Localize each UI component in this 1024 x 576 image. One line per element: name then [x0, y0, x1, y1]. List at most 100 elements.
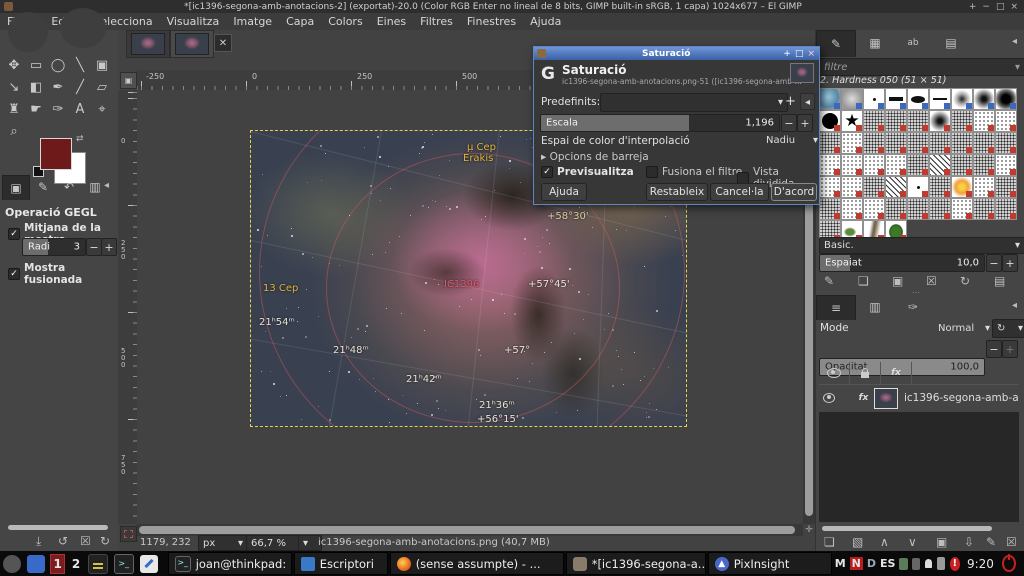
delete-tool-preset-icon[interactable]: ☒: [80, 534, 91, 548]
mode-switch-button[interactable]: ↻▾: [992, 319, 1024, 338]
layer-visibility-eye-icon[interactable]: [823, 393, 835, 403]
tab-layers[interactable]: ≡: [816, 295, 856, 320]
reset-tool-options-icon[interactable]: ↻: [100, 534, 110, 548]
tool-color-picker-icon[interactable]: ⌖: [91, 98, 113, 120]
radius-decrement-button[interactable]: −: [86, 238, 102, 256]
pin-icon[interactable]: +: [969, 2, 977, 12]
brush-faint[interactable]: [841, 176, 863, 198]
taskbar-window-2[interactable]: Escriptori: [294, 552, 388, 575]
brush-faint[interactable]: [841, 154, 863, 176]
zoom-dropdown[interactable]: 66,7 %: [246, 535, 304, 551]
delete-brush-icon[interactable]: ☒: [926, 274, 937, 288]
brush-tex[interactable]: [885, 198, 907, 220]
swap-colors-icon[interactable]: ⇄: [76, 134, 84, 144]
tool-measure-icon[interactable]: ╲: [69, 54, 91, 76]
tray-updates-icon[interactable]: [912, 558, 919, 570]
image-tab-2-active[interactable]: [170, 30, 214, 58]
brush-line[interactable]: [929, 88, 951, 110]
opacity-decrement-button[interactable]: −: [986, 340, 1002, 358]
reset-button[interactable]: Restableix: [646, 183, 708, 201]
brush-hatch[interactable]: [929, 154, 951, 176]
menu-capa[interactable]: Capa: [279, 15, 321, 28]
brush-tex[interactable]: [907, 154, 929, 176]
navigation-button[interactable]: ✛: [803, 524, 815, 536]
tool-text-icon[interactable]: A: [69, 98, 91, 120]
opacity-increment-button[interactable]: +: [1002, 340, 1018, 358]
brush-soft2[interactable]: [973, 88, 995, 110]
radius-increment-button[interactable]: +: [101, 238, 117, 256]
scale-increment-button[interactable]: +: [797, 114, 813, 132]
dock-menu-icon[interactable]: ◂: [1012, 36, 1017, 47]
menu-imatge[interactable]: Imatge: [226, 15, 279, 28]
tray-battery-icon[interactable]: [937, 557, 944, 570]
dock-menu-icon[interactable]: ◂: [1012, 300, 1017, 311]
tool-smudge-icon[interactable]: ☛: [25, 98, 47, 120]
brush-tex[interactable]: [907, 198, 929, 220]
brush-sun[interactable]: [951, 176, 973, 198]
effects-column-fx-icon[interactable]: fx: [881, 362, 912, 384]
tray-letter-n[interactable]: N: [850, 557, 863, 570]
preset-menu-icon[interactable]: ◂: [800, 93, 815, 110]
tool-ink-icon[interactable]: ✒: [47, 76, 69, 98]
brush-faint[interactable]: [973, 110, 995, 132]
brush-tex[interactable]: [885, 110, 907, 132]
minimize-icon[interactable]: −: [982, 2, 990, 12]
brush-star[interactable]: ★: [841, 110, 863, 132]
layer-list-empty-area[interactable]: [819, 412, 1019, 522]
layer-row[interactable]: fx ic1396-segona-amb-anota: [819, 386, 1019, 410]
preview-checkbox[interactable]: ✓ Previsualitza: [541, 166, 634, 178]
brush-disc[interactable]: [819, 110, 841, 132]
new-brush-icon[interactable]: ❏: [858, 274, 869, 288]
new-layer-icon[interactable]: ❏: [824, 535, 835, 549]
taskbar-window-1[interactable]: >_joan@thinkpad: ~/...: [168, 552, 292, 575]
lock-column-lock-icon[interactable]: [850, 362, 881, 384]
maximize-icon[interactable]: □: [996, 2, 1005, 12]
brush-tex[interactable]: [907, 110, 929, 132]
delete-layer-icon[interactable]: ☒: [1006, 535, 1017, 549]
brush-faint[interactable]: [863, 154, 885, 176]
tab-channels[interactable]: ▥: [856, 295, 894, 319]
brush-soft1[interactable]: [951, 88, 973, 110]
unit-dropdown[interactable]: px▾: [198, 535, 248, 551]
image-tab-1[interactable]: [126, 30, 170, 58]
save-tool-preset-icon[interactable]: ⤓: [36, 534, 41, 549]
tool-zoom-icon[interactable]: ⌕: [3, 120, 25, 142]
tab-fonts[interactable]: ab: [894, 30, 932, 56]
visibility-column-eye-icon[interactable]: [819, 362, 850, 384]
brush-hatch[interactable]: [885, 176, 907, 198]
tool-gradient-icon[interactable]: ◧: [25, 76, 47, 98]
tab-brushes[interactable]: ✎: [816, 30, 856, 57]
scale-decrement-button[interactable]: −: [781, 114, 797, 132]
spacing-slider[interactable]: Espaiat 10,0: [819, 254, 985, 272]
interpolation-dropdown[interactable]: Nadiu▾: [762, 133, 822, 148]
brush-img2[interactable]: [841, 88, 863, 110]
brush-tex[interactable]: [907, 132, 929, 154]
layer-mode-dropdown[interactable]: Normal▾: [934, 320, 994, 336]
brush-faint[interactable]: [841, 198, 863, 220]
dialog-close-icon[interactable]: ×: [807, 49, 815, 59]
brush-tex[interactable]: [951, 154, 973, 176]
brush-faint[interactable]: [819, 154, 841, 176]
tool-move-icon[interactable]: ✥: [3, 54, 25, 76]
tray-network-icon[interactable]: [899, 558, 908, 570]
brush-filter-input[interactable]: filtre▾: [819, 58, 1024, 76]
edit-brush-icon[interactable]: ✎: [824, 274, 834, 288]
brush-group-dropdown[interactable]: Basic.▾: [819, 237, 1024, 254]
brush-faint[interactable]: [819, 176, 841, 198]
brush-bar[interactable]: [885, 88, 907, 110]
tab-paths[interactable]: ✑: [894, 295, 932, 319]
brush-faint[interactable]: [885, 154, 907, 176]
tool-rectangle-select-icon[interactable]: ▭: [25, 54, 47, 76]
brush-tex[interactable]: [973, 154, 995, 176]
restore-tool-preset-icon[interactable]: ↺: [58, 534, 68, 548]
new-layer-group-icon[interactable]: ▧: [852, 535, 863, 549]
sample-merged-checkbox[interactable]: ✓ Mostra fusionada: [8, 262, 118, 286]
open-brush-icon[interactable]: ▤: [994, 274, 1005, 288]
brush-ellipse[interactable]: [907, 88, 929, 110]
editor-launcher-icon[interactable]: [140, 555, 158, 573]
power-icon[interactable]: [1002, 555, 1016, 572]
taskbar-window-5[interactable]: ▲PixInsight: [708, 552, 832, 575]
add-preset-icon[interactable]: +: [783, 93, 798, 110]
help-button[interactable]: Ajuda: [541, 183, 587, 201]
taskbar-window-3[interactable]: (sense assumpte) - ...: [390, 552, 564, 575]
